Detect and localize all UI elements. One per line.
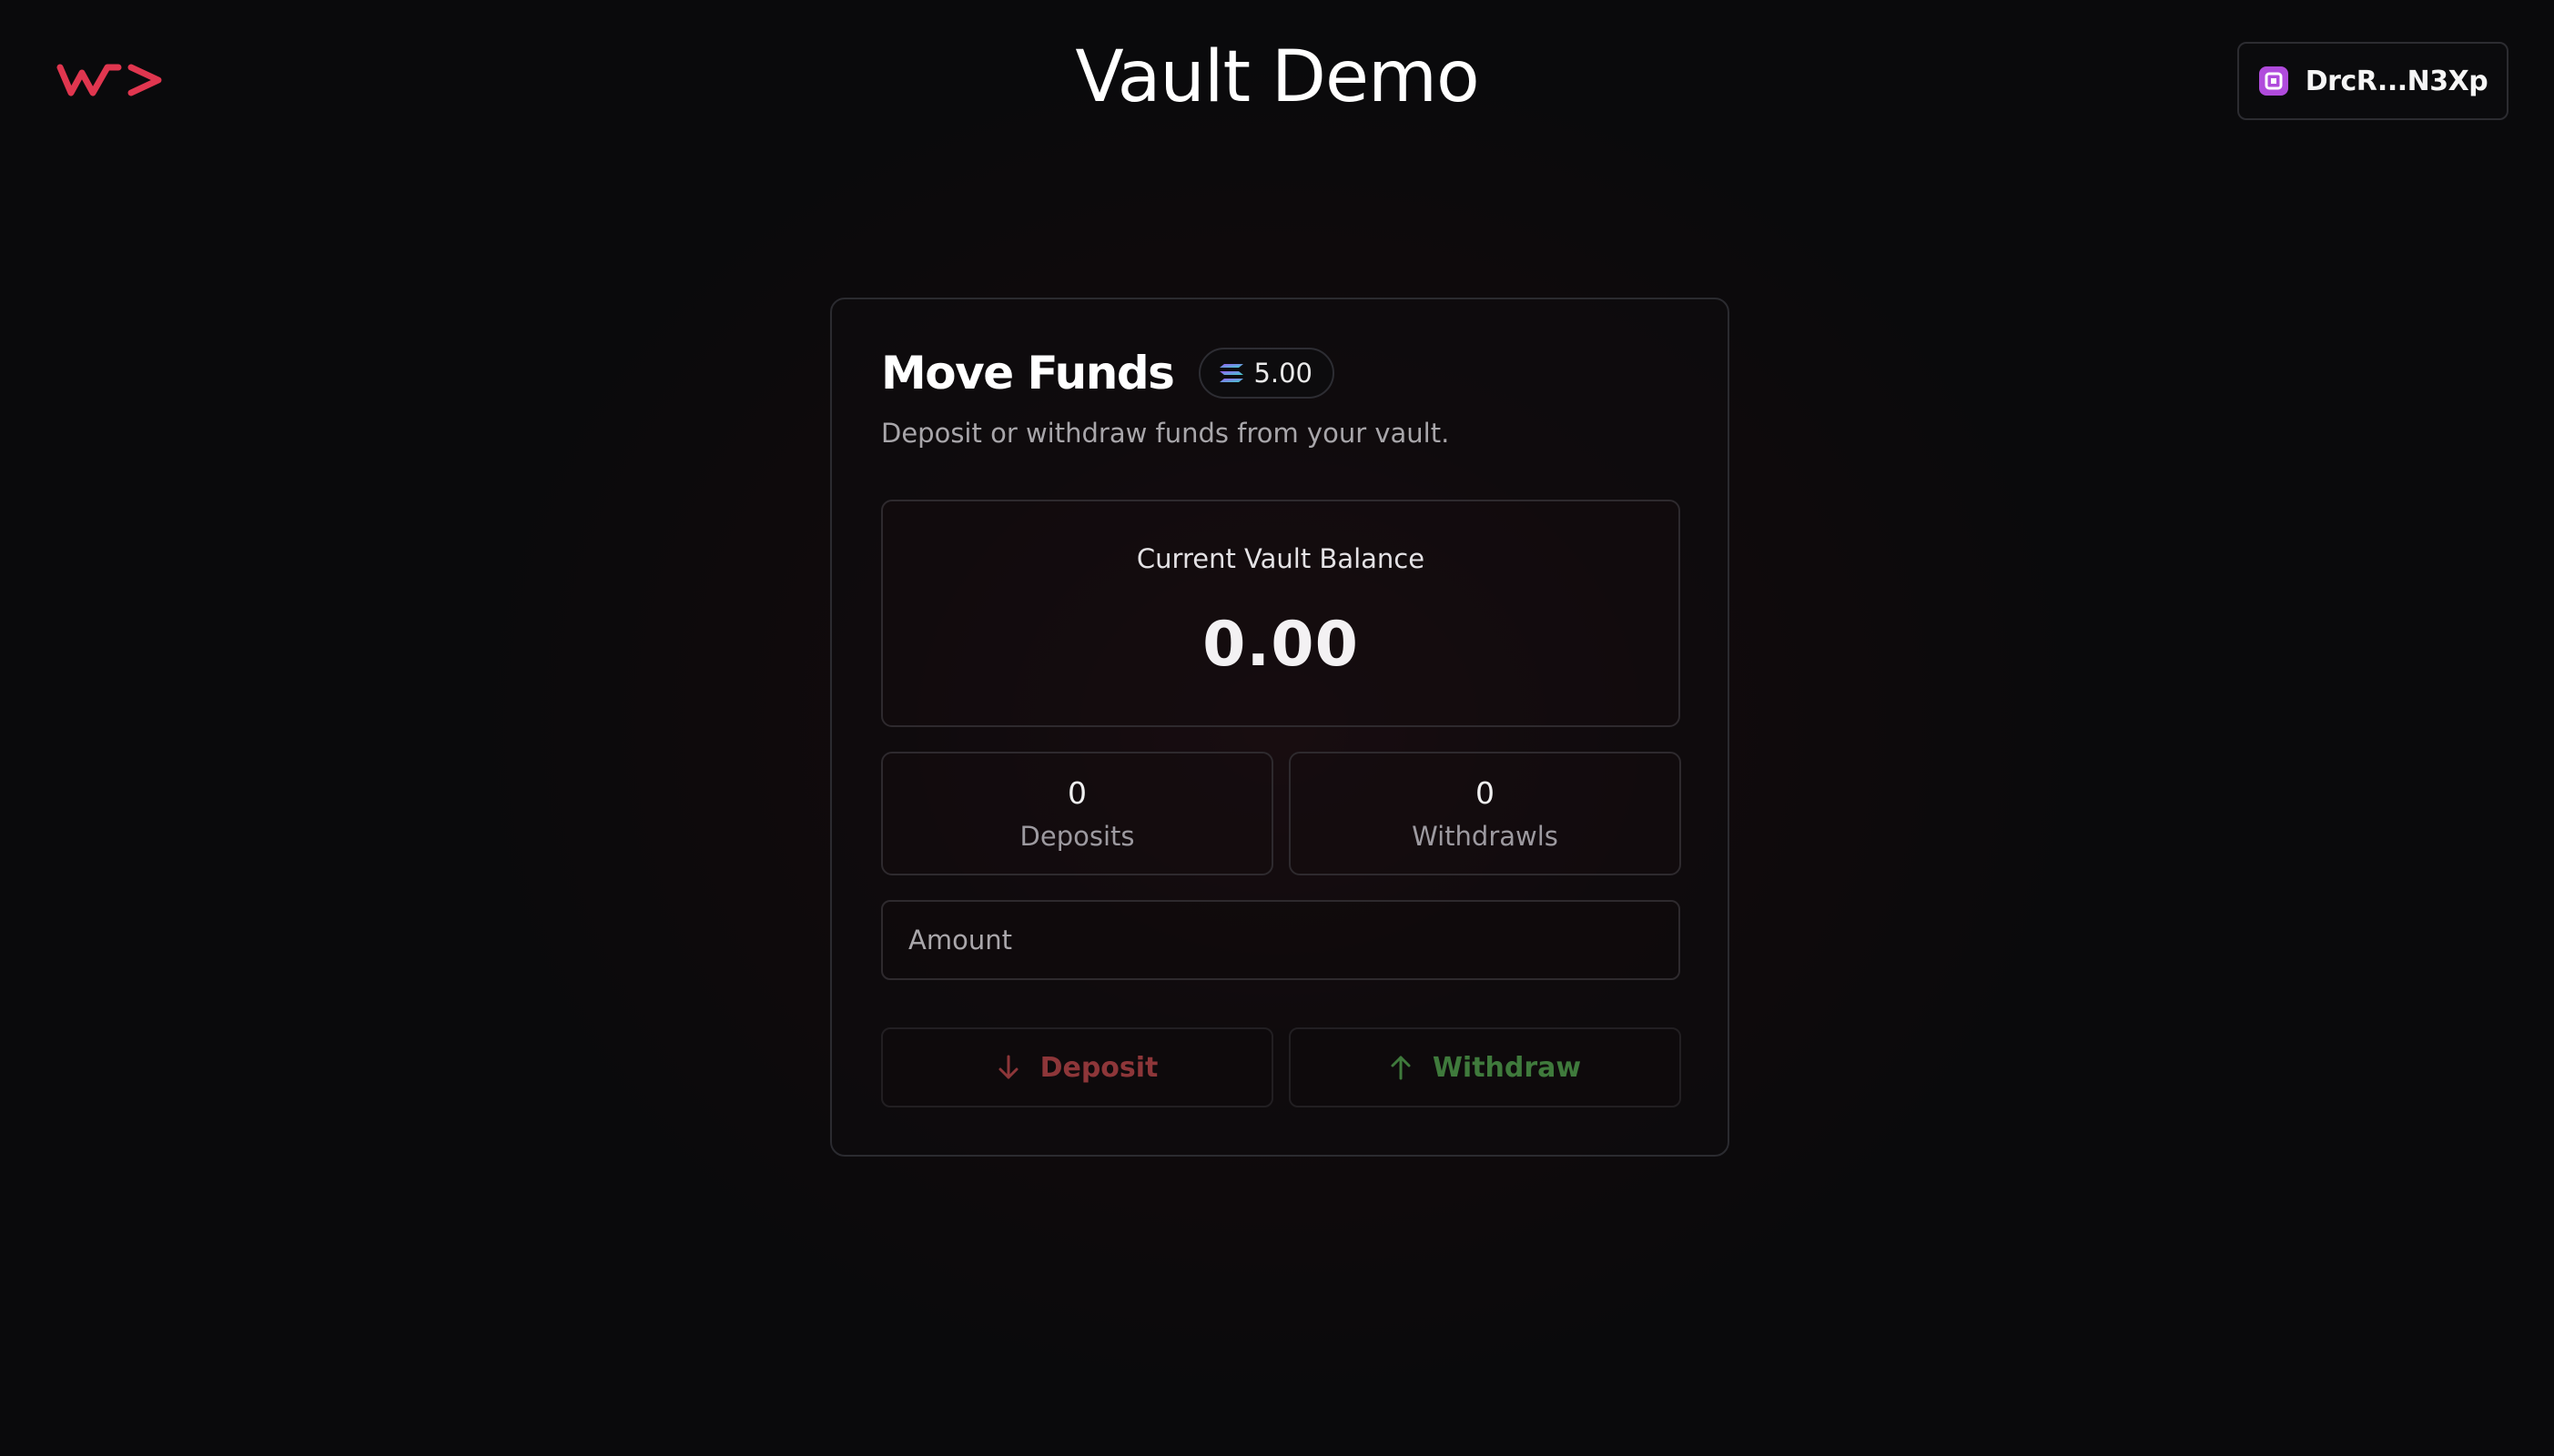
solana-icon bbox=[1220, 364, 1244, 382]
wallet-balance-badge: 5.00 bbox=[1199, 348, 1335, 399]
arrow-down-icon bbox=[998, 1055, 1019, 1079]
amount-input[interactable] bbox=[881, 900, 1680, 980]
deposit-button[interactable]: Deposit bbox=[881, 1027, 1273, 1107]
vault-balance-value: 0.00 bbox=[1202, 609, 1359, 681]
card-header: Move Funds 5.00 bbox=[881, 347, 1335, 399]
withdrawls-stat: 0 Withdrawls bbox=[1289, 752, 1681, 875]
withdrawls-label: Withdrawls bbox=[1412, 821, 1558, 852]
card-title: Move Funds bbox=[881, 347, 1175, 399]
withdraw-button[interactable]: Withdraw bbox=[1289, 1027, 1681, 1107]
badge-balance-value: 5.00 bbox=[1253, 358, 1313, 389]
page: Vault Demo DrcR...N3Xp Move Funds 5.00 D… bbox=[0, 0, 2554, 1456]
wallet-address: DrcR...N3Xp bbox=[2305, 65, 2488, 97]
deposit-button-label: Deposit bbox=[1039, 1051, 1159, 1084]
wallet-button[interactable]: DrcR...N3Xp bbox=[2237, 42, 2508, 120]
move-funds-card: Move Funds 5.00 Deposit or withdraw fund bbox=[830, 298, 1729, 1157]
deposits-label: Deposits bbox=[1019, 821, 1135, 852]
deposits-stat: 0 Deposits bbox=[881, 752, 1273, 875]
card-description: Deposit or withdraw funds from your vaul… bbox=[881, 418, 1450, 449]
wallet-icon bbox=[2258, 66, 2288, 96]
vault-balance-label: Current Vault Balance bbox=[1136, 543, 1425, 574]
app-title: Vault Demo bbox=[1075, 36, 1479, 118]
withdraw-button-label: Withdraw bbox=[1432, 1051, 1582, 1084]
vault-balance-panel: Current Vault Balance 0.00 bbox=[881, 500, 1680, 727]
arrow-up-icon bbox=[1391, 1056, 1411, 1080]
withdrawls-count: 0 bbox=[1475, 775, 1495, 811]
deposits-count: 0 bbox=[1068, 775, 1087, 811]
